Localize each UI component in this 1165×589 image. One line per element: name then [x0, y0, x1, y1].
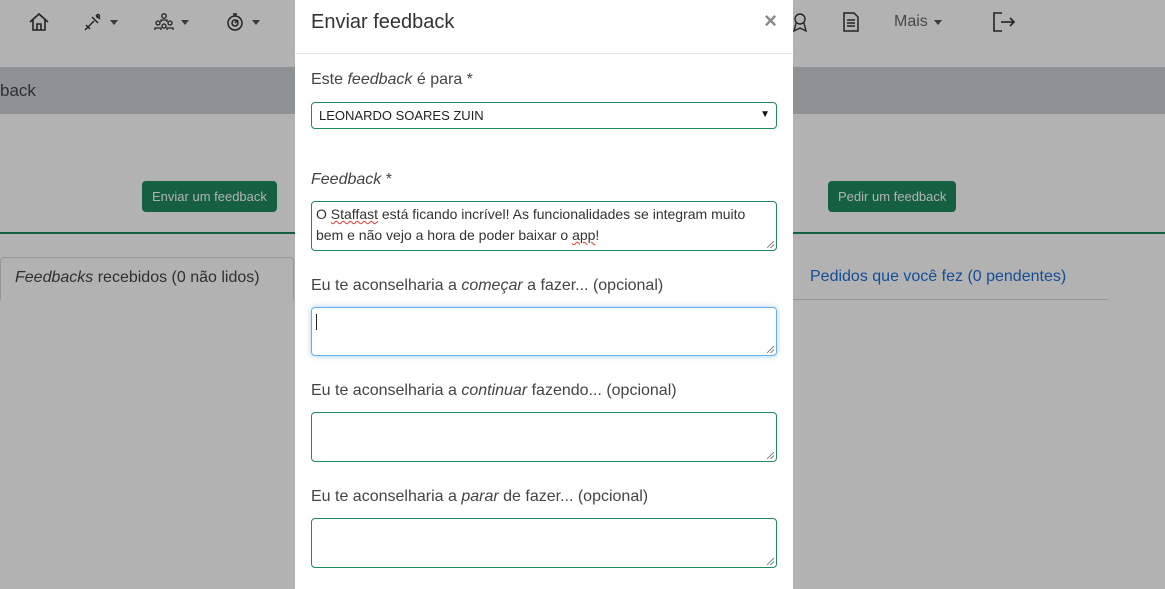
chevron-down-icon: ▼ — [760, 109, 770, 120]
recipient-select[interactable]: LEONARDO SOARES ZUIN ▼ — [311, 102, 777, 129]
continue-textarea[interactable] — [311, 412, 777, 462]
resize-handle[interactable] — [767, 346, 774, 353]
start-textarea[interactable] — [311, 307, 777, 356]
stop-textarea[interactable] — [311, 518, 777, 568]
recipient-label: Este feedback é para * — [311, 71, 473, 88]
send-feedback-modal: Enviar feedback × Este feedback é para *… — [295, 0, 793, 589]
text-cursor — [316, 314, 317, 330]
close-icon[interactable]: × — [764, 8, 777, 34]
resize-handle[interactable] — [767, 558, 774, 565]
stop-label: Eu te aconselharia a parar de fazer... (… — [311, 488, 649, 505]
recipient-value: LEONARDO SOARES ZUIN — [319, 108, 484, 123]
modal-header: Enviar feedback × — [295, 0, 793, 54]
start-label: Eu te aconselharia a começar a fazer... … — [311, 277, 664, 294]
feedback-label: Feedback * — [311, 171, 392, 188]
resize-handle[interactable] — [767, 241, 774, 248]
continue-label: Eu te aconselharia a continuar fazendo..… — [311, 382, 677, 399]
resize-handle[interactable] — [767, 452, 774, 459]
modal-title: Enviar feedback — [311, 11, 455, 33]
feedback-textarea[interactable]: O Staffast está ficando incrível! As fun… — [311, 201, 777, 251]
